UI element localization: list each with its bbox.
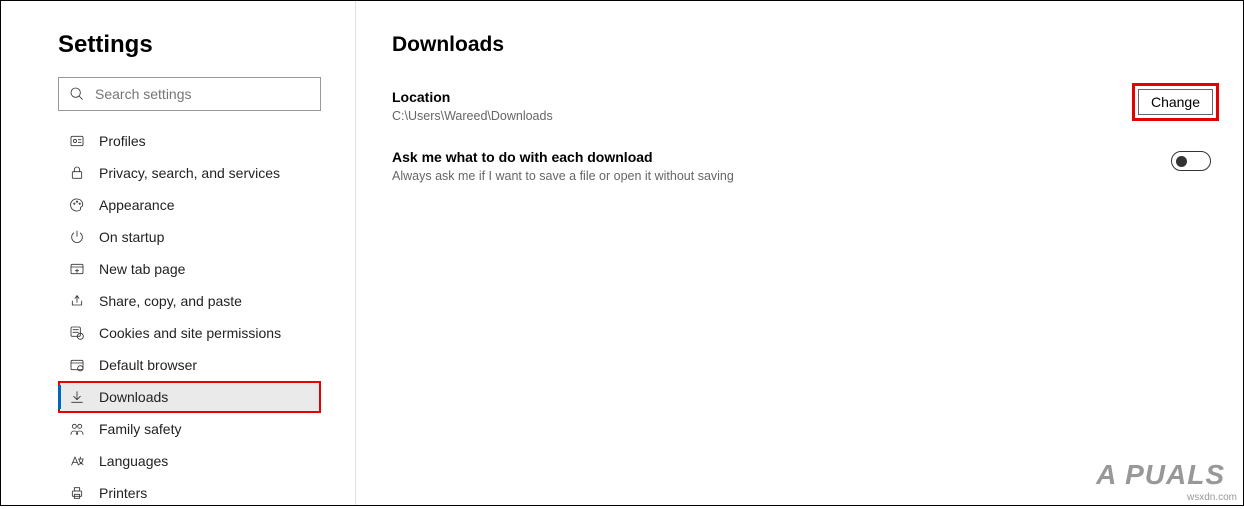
watermark-text: wsxdn.com: [1187, 492, 1237, 503]
language-icon: [68, 453, 86, 469]
sidebar-item-label: Appearance: [71, 197, 175, 213]
sidebar-item-languages[interactable]: Languages: [1, 445, 355, 477]
sidebar-item-label: Share, copy, and paste: [71, 293, 242, 309]
sidebar-item-default-browser[interactable]: Default browser: [1, 349, 355, 381]
family-icon: [68, 421, 86, 437]
settings-sidebar: Settings Profiles Privacy, search, and s…: [1, 1, 356, 505]
paint-icon: [68, 197, 86, 213]
appuals-logo: A PUALS: [1096, 459, 1225, 491]
newtab-icon: [68, 261, 86, 277]
sidebar-item-privacy[interactable]: Privacy, search, and services: [1, 157, 355, 189]
download-icon: [68, 389, 86, 405]
profile-icon: [68, 133, 86, 149]
sidebar-item-family[interactable]: Family safety: [1, 413, 355, 445]
search-box[interactable]: [58, 77, 321, 111]
toggle-knob: [1176, 156, 1187, 167]
sidebar-item-label: Family safety: [71, 421, 181, 437]
printer-icon: [68, 485, 86, 501]
permissions-icon: [68, 325, 86, 341]
settings-nav: Profiles Privacy, search, and services A…: [1, 121, 355, 509]
sidebar-item-newtab[interactable]: New tab page: [1, 253, 355, 285]
location-value: C:\Users\Wareed\Downloads: [392, 109, 1132, 123]
search-wrapper: [1, 77, 355, 121]
sidebar-item-label: Cookies and site permissions: [71, 325, 281, 341]
share-icon: [68, 293, 86, 309]
location-setting: Location C:\Users\Wareed\Downloads Chang…: [392, 89, 1219, 123]
lock-icon: [68, 165, 86, 181]
settings-title: Settings: [1, 31, 355, 77]
sidebar-item-printers[interactable]: Printers: [1, 477, 355, 509]
ask-setting: Ask me what to do with each download Alw…: [392, 149, 1219, 183]
location-label: Location: [392, 89, 1132, 105]
ask-label: Ask me what to do with each download: [392, 149, 1171, 165]
browser-icon: [68, 357, 86, 373]
sidebar-item-label: Privacy, search, and services: [71, 165, 280, 181]
main-content: Downloads Location C:\Users\Wareed\Downl…: [356, 1, 1243, 505]
ask-toggle[interactable]: [1171, 151, 1211, 171]
page-title: Downloads: [392, 33, 1219, 57]
ask-desc: Always ask me if I want to save a file o…: [392, 169, 1171, 183]
search-input[interactable]: [95, 86, 310, 102]
change-button[interactable]: Change: [1138, 89, 1213, 115]
sidebar-item-downloads[interactable]: Downloads: [58, 381, 321, 413]
sidebar-item-profiles[interactable]: Profiles: [1, 125, 355, 157]
location-text: Location C:\Users\Wareed\Downloads: [392, 89, 1132, 123]
sidebar-item-label: New tab page: [71, 261, 185, 277]
sidebar-item-startup[interactable]: On startup: [1, 221, 355, 253]
power-icon: [68, 229, 86, 245]
sidebar-item-share[interactable]: Share, copy, and paste: [1, 285, 355, 317]
search-icon: [69, 86, 85, 102]
change-highlight: Change: [1132, 83, 1219, 121]
ask-text: Ask me what to do with each download Alw…: [392, 149, 1171, 183]
sidebar-item-label: Default browser: [71, 357, 197, 373]
sidebar-item-appearance[interactable]: Appearance: [1, 189, 355, 221]
sidebar-item-cookies[interactable]: Cookies and site permissions: [1, 317, 355, 349]
